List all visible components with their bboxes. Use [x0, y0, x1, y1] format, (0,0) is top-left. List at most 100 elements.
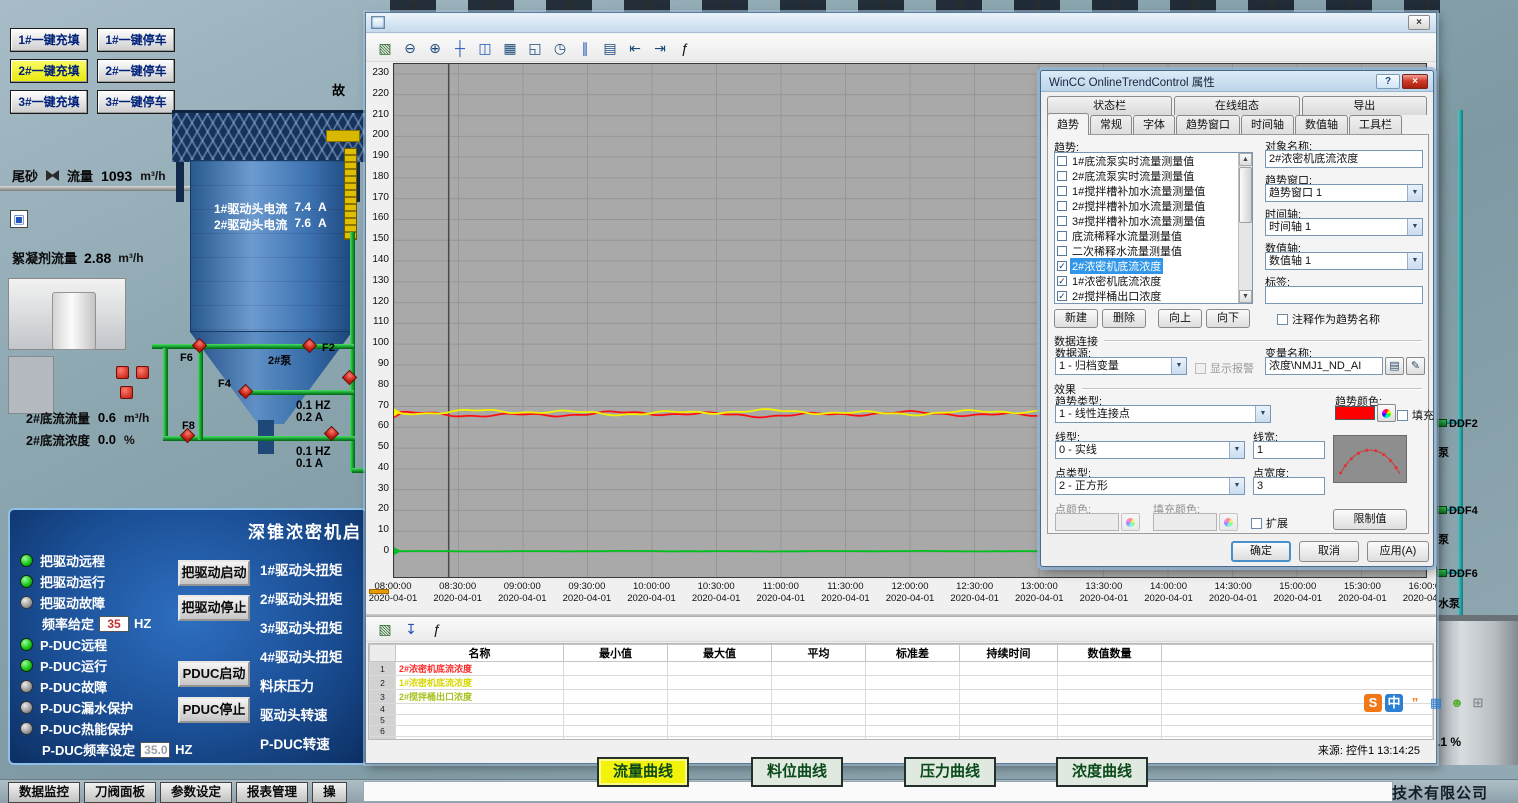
- variable-browse-button[interactable]: ▤: [1385, 357, 1404, 375]
- zoom-in-icon[interactable]: ⊕: [424, 37, 446, 59]
- trend-color-picker-button[interactable]: [1377, 404, 1396, 422]
- statistics-icon[interactable]: ƒ: [674, 37, 696, 59]
- value-axis-select[interactable]: 数值轴 1 ▼: [1265, 252, 1423, 270]
- curve-button[interactable]: 料位曲线: [751, 757, 843, 787]
- chevron-down-icon[interactable]: ▼: [1171, 358, 1186, 374]
- stats-table-row[interactable]: 21#浓密机底流浓度: [370, 676, 1433, 690]
- trend-list-item[interactable]: 2#搅拌槽补加水流量测量值: [1055, 198, 1252, 213]
- point-type-select[interactable]: 2 - 正方形 ▼: [1055, 477, 1245, 495]
- trend-visible-checkbox[interactable]: [1057, 171, 1067, 181]
- trend-window-select[interactable]: 趋势窗口 1 ▼: [1265, 184, 1423, 202]
- apply-button[interactable]: 应用(A): [1367, 541, 1429, 562]
- scroll-thumb[interactable]: [1239, 167, 1252, 223]
- curve-button[interactable]: 压力曲线: [904, 757, 996, 787]
- data-source-select[interactable]: 1 - 归档变量 ▼: [1055, 357, 1187, 375]
- trend-list-item[interactable]: 底流稀释水流量测量值: [1055, 228, 1252, 243]
- move-trend-area-icon[interactable]: ┼: [449, 37, 471, 59]
- trend-color-swatch[interactable]: [1335, 406, 1375, 420]
- trend-list-item[interactable]: ✓2#浓密机底流浓度: [1055, 258, 1252, 273]
- dialog-tab[interactable]: 趋势窗口: [1176, 115, 1240, 135]
- dialog-tab[interactable]: 字体: [1133, 115, 1175, 135]
- trend-list-item[interactable]: 1#底流泵实时流量测量值: [1055, 153, 1252, 168]
- chevron-down-icon[interactable]: ▼: [1407, 185, 1422, 201]
- trend-list-item[interactable]: 1#搅拌槽补加水流量测量值: [1055, 183, 1252, 198]
- dialog-tab[interactable]: 工具栏: [1349, 115, 1402, 135]
- stats-table-row[interactable]: 32#搅拌桶出口浓度: [370, 690, 1433, 704]
- zoom-time-axis-icon[interactable]: ◱: [524, 37, 546, 59]
- dialog-titlebar[interactable]: WinCC OnlineTrendControl 属性 ? ×: [1041, 71, 1433, 92]
- stats-table-row[interactable]: 12#浓密机底流浓度: [370, 662, 1433, 676]
- list-button[interactable]: 向上: [1158, 309, 1202, 328]
- stats-table-row[interactable]: 4: [370, 704, 1433, 715]
- zoom-area-icon[interactable]: ▦: [499, 37, 521, 59]
- dialog-tab[interactable]: 时间轴: [1241, 115, 1294, 135]
- trend-visible-checkbox[interactable]: [1057, 246, 1067, 256]
- soft-keyboard-icon[interactable]: ▦: [1427, 694, 1445, 712]
- tag-input[interactable]: [1265, 286, 1423, 304]
- chevron-down-icon[interactable]: ▼: [1255, 406, 1270, 422]
- tools-icon[interactable]: ⊞: [1469, 694, 1487, 712]
- trend-window-titlebar[interactable]: ×: [366, 13, 1436, 33]
- trend-visible-checkbox[interactable]: [1057, 201, 1067, 211]
- one-key-button[interactable]: 2#一键停车: [97, 59, 175, 83]
- one-key-button[interactable]: 1#一键充填: [10, 28, 88, 52]
- limits-button[interactable]: 限制值: [1333, 509, 1407, 530]
- panel-field-value[interactable]: 35: [99, 616, 129, 632]
- window-close-button[interactable]: ×: [1408, 15, 1430, 30]
- trend-visible-checkbox[interactable]: ✓: [1057, 276, 1067, 286]
- dialog-help-button[interactable]: ?: [1376, 74, 1400, 89]
- chevron-down-icon[interactable]: ▼: [1407, 219, 1422, 235]
- detail-window-button[interactable]: ▣: [10, 210, 28, 228]
- trend-visible-checkbox[interactable]: ✓: [1057, 291, 1067, 301]
- trend-list[interactable]: 1#底流泵实时流量测量值2#底流泵实时流量测量值1#搅拌槽补加水流量测量值2#搅…: [1054, 152, 1253, 304]
- pause-update-icon[interactable]: ∥: [574, 37, 596, 59]
- chevron-down-icon[interactable]: ▼: [1407, 253, 1422, 269]
- checkbox-icon[interactable]: [1277, 314, 1288, 325]
- stats-table-row[interactable]: 5: [370, 715, 1433, 726]
- point-width-input[interactable]: 3: [1253, 477, 1325, 495]
- variable-edit-button[interactable]: ✎: [1406, 357, 1425, 375]
- stats-table-row[interactable]: 6: [370, 726, 1433, 737]
- cancel-button[interactable]: 取消: [1299, 541, 1359, 562]
- list-button[interactable]: 向下: [1206, 309, 1250, 328]
- line-type-select[interactable]: 0 - 实线 ▼: [1055, 441, 1245, 459]
- trend-list-item[interactable]: ✓2#搅拌桶出口浓度: [1055, 288, 1252, 303]
- time-axis-select[interactable]: 时间轴 1 ▼: [1265, 218, 1423, 236]
- scroll-up-icon[interactable]: ▲: [1239, 153, 1252, 166]
- trend-list-scrollbar[interactable]: ▲ ▼: [1238, 153, 1252, 303]
- checkbox-icon[interactable]: [1397, 410, 1408, 421]
- one-key-button[interactable]: 3#一键停车: [97, 90, 175, 114]
- curve-button[interactable]: 流量曲线: [597, 757, 689, 787]
- next-record-icon[interactable]: ⇥: [649, 37, 671, 59]
- list-button[interactable]: 新建: [1054, 309, 1098, 328]
- chevron-down-icon[interactable]: ▼: [1229, 478, 1244, 494]
- stats-select-icon[interactable]: ▧: [374, 618, 396, 640]
- trend-list-item[interactable]: 二次稀释水流量测量值: [1055, 243, 1252, 258]
- ok-button[interactable]: 确定: [1231, 541, 1291, 562]
- fill-checkbox[interactable]: 填充: [1397, 407, 1434, 423]
- dialog-tab[interactable]: 常规: [1090, 115, 1132, 135]
- object-name-input[interactable]: 2#浓密机底流浓度: [1265, 150, 1423, 168]
- variable-name-input[interactable]: 浓度\NMJ1_ND_AI: [1265, 357, 1383, 375]
- stats-export-icon[interactable]: ↧: [400, 618, 422, 640]
- original-view-icon[interactable]: ◷: [549, 37, 571, 59]
- zoom-out-icon[interactable]: ⊖: [399, 37, 421, 59]
- trend-visible-checkbox[interactable]: [1057, 186, 1067, 196]
- panel-button[interactable]: 把驱动启动: [178, 560, 250, 586]
- one-key-button[interactable]: 2#一键充填: [10, 59, 88, 83]
- punctuation-icon[interactable]: ”: [1406, 694, 1424, 712]
- one-key-button[interactable]: 3#一键充填: [10, 90, 88, 114]
- trend-visible-checkbox[interactable]: [1057, 216, 1067, 226]
- line-width-input[interactable]: 1: [1253, 441, 1325, 459]
- trend-list-item[interactable]: 3#搅拌槽补加水流量测量值: [1055, 213, 1252, 228]
- dialog-tab-active[interactable]: 趋势: [1047, 113, 1089, 135]
- select-trends-icon[interactable]: ▧: [374, 37, 396, 59]
- move-axes-area-icon[interactable]: ◫: [474, 37, 496, 59]
- checkbox-icon[interactable]: [1251, 518, 1262, 529]
- panel-button[interactable]: PDUC启动: [178, 661, 250, 687]
- trend-visible-checkbox[interactable]: ✓: [1057, 261, 1067, 271]
- previous-record-icon[interactable]: ⇤: [624, 37, 646, 59]
- list-button[interactable]: 删除: [1102, 309, 1146, 328]
- comment-as-name-checkbox[interactable]: 注释作为趋势名称: [1277, 311, 1380, 327]
- stats-fx-icon[interactable]: ƒ: [426, 618, 448, 640]
